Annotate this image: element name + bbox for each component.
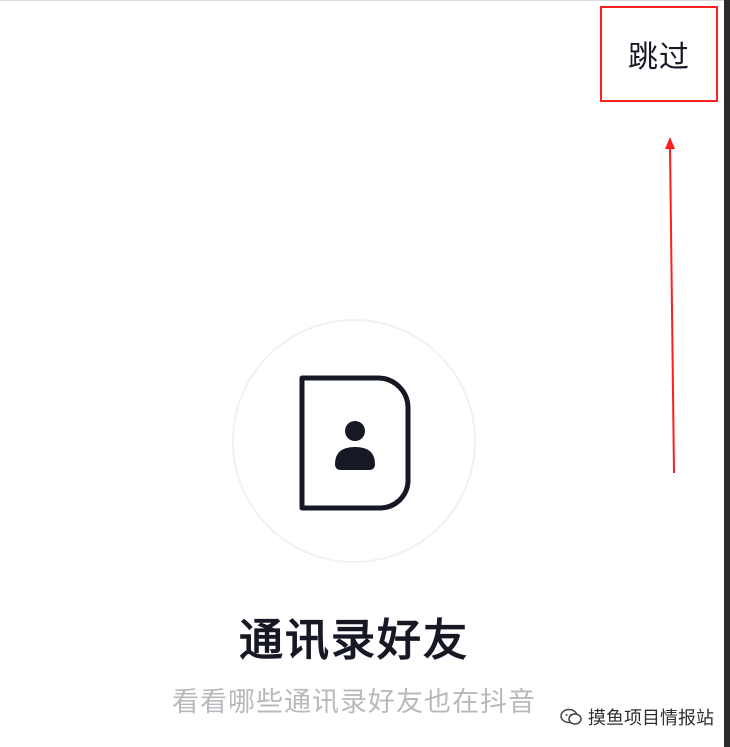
page-title: 通讯录好友 [239, 615, 469, 666]
top-divider [0, 0, 726, 1]
annotation-arrow-icon [665, 137, 675, 474]
skip-button[interactable]: 跳过 [600, 6, 718, 102]
watermark: 摸鱼项目情报站 [556, 702, 718, 732]
onboarding-screen: 跳过 通讯录好友 看看哪些通讯录好友也在抖音 摸鱼项目情报站 [0, 0, 730, 747]
contact-book-icon [299, 375, 411, 511]
wechat-icon [560, 708, 582, 725]
screen-edge [724, 0, 730, 747]
watermark-text: 摸鱼项目情报站 [588, 708, 714, 729]
